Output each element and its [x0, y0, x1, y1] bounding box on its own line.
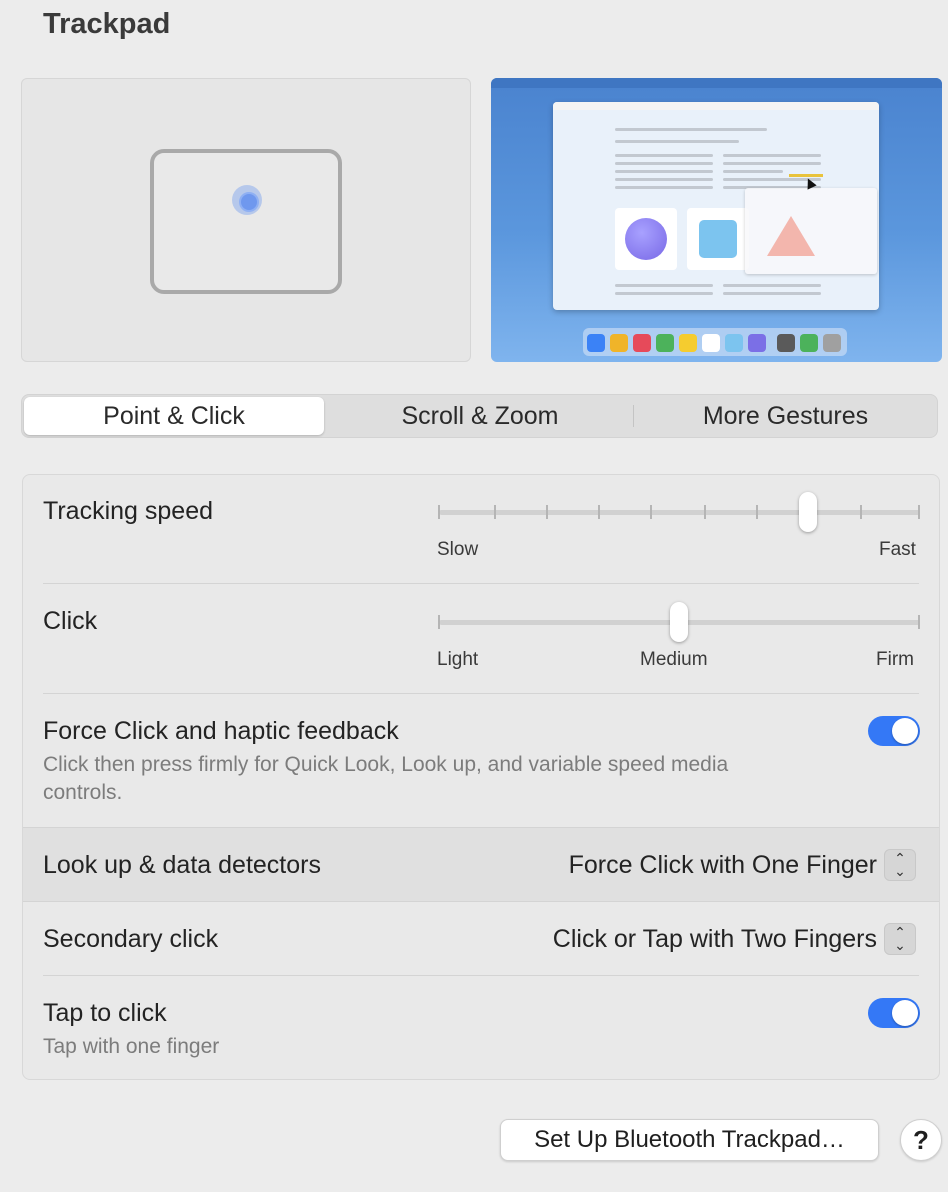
- lookup-label: Look up & data detectors: [43, 851, 321, 879]
- click-light-label: Light: [437, 649, 479, 670]
- tab-scroll-and-zoom[interactable]: Scroll & Zoom: [327, 397, 633, 435]
- circle-shape-icon: [625, 218, 667, 260]
- secondary-click-value: Click or Tap with Two Fingers: [552, 925, 877, 953]
- help-button[interactable]: ?: [900, 1119, 942, 1161]
- force-click-toggle[interactable]: [868, 716, 920, 746]
- highlighted-word: [789, 174, 823, 177]
- divider: [43, 693, 919, 694]
- force-click-description: Click then press firmly for Quick Look, …: [43, 753, 729, 804]
- slider-max-label: Fast: [879, 539, 916, 560]
- tab-point-and-click[interactable]: Point & Click: [24, 397, 324, 435]
- trackpad-icon: [150, 149, 342, 294]
- trackpad-illustration: [21, 78, 471, 362]
- force-click-label: Force Click and haptic feedback: [43, 717, 399, 745]
- triangle-shape-icon: [767, 216, 815, 256]
- click-medium-label: Medium: [640, 649, 708, 670]
- preview-window: [553, 102, 879, 310]
- divider: [43, 583, 919, 584]
- chevron-up-down-icon[interactable]: ⌃ ⌄: [884, 923, 916, 955]
- tab-bar: Point & Click Scroll & Zoom More Gesture…: [21, 394, 938, 438]
- setup-bluetooth-trackpad-button[interactable]: Set Up Bluetooth Trackpad…: [500, 1119, 879, 1161]
- slider-min-label: Slow: [437, 539, 479, 560]
- tap-to-click-description: Tap with one finger: [43, 1035, 220, 1058]
- click-firm-label: Firm: [876, 649, 914, 670]
- page-title: Trackpad: [43, 8, 171, 40]
- preview-dock: [583, 328, 847, 356]
- chevron-up-down-icon[interactable]: ⌃ ⌄: [884, 849, 916, 881]
- secondary-click-label: Secondary click: [43, 925, 219, 953]
- tab-more-gestures[interactable]: More Gestures: [634, 397, 937, 435]
- finder-icon: [587, 334, 605, 352]
- tap-to-click-label: Tap to click: [43, 999, 167, 1027]
- tap-to-click-toggle[interactable]: [868, 998, 920, 1028]
- divider: [43, 975, 919, 976]
- click-label: Click: [43, 607, 98, 635]
- click-pressure-knob[interactable]: [670, 602, 688, 642]
- lookup-value: Force Click with One Finger: [568, 851, 877, 879]
- tracking-speed-label: Tracking speed: [43, 497, 213, 525]
- finger-touch-indicator: [232, 185, 262, 215]
- preview-menubar: [491, 78, 942, 88]
- gesture-preview-video: [491, 78, 942, 362]
- square-shape-icon: [699, 220, 737, 258]
- settings-panel: Tracking speed Slow Fast Click Light Med…: [22, 474, 940, 1080]
- tracking-speed-knob[interactable]: [799, 492, 817, 532]
